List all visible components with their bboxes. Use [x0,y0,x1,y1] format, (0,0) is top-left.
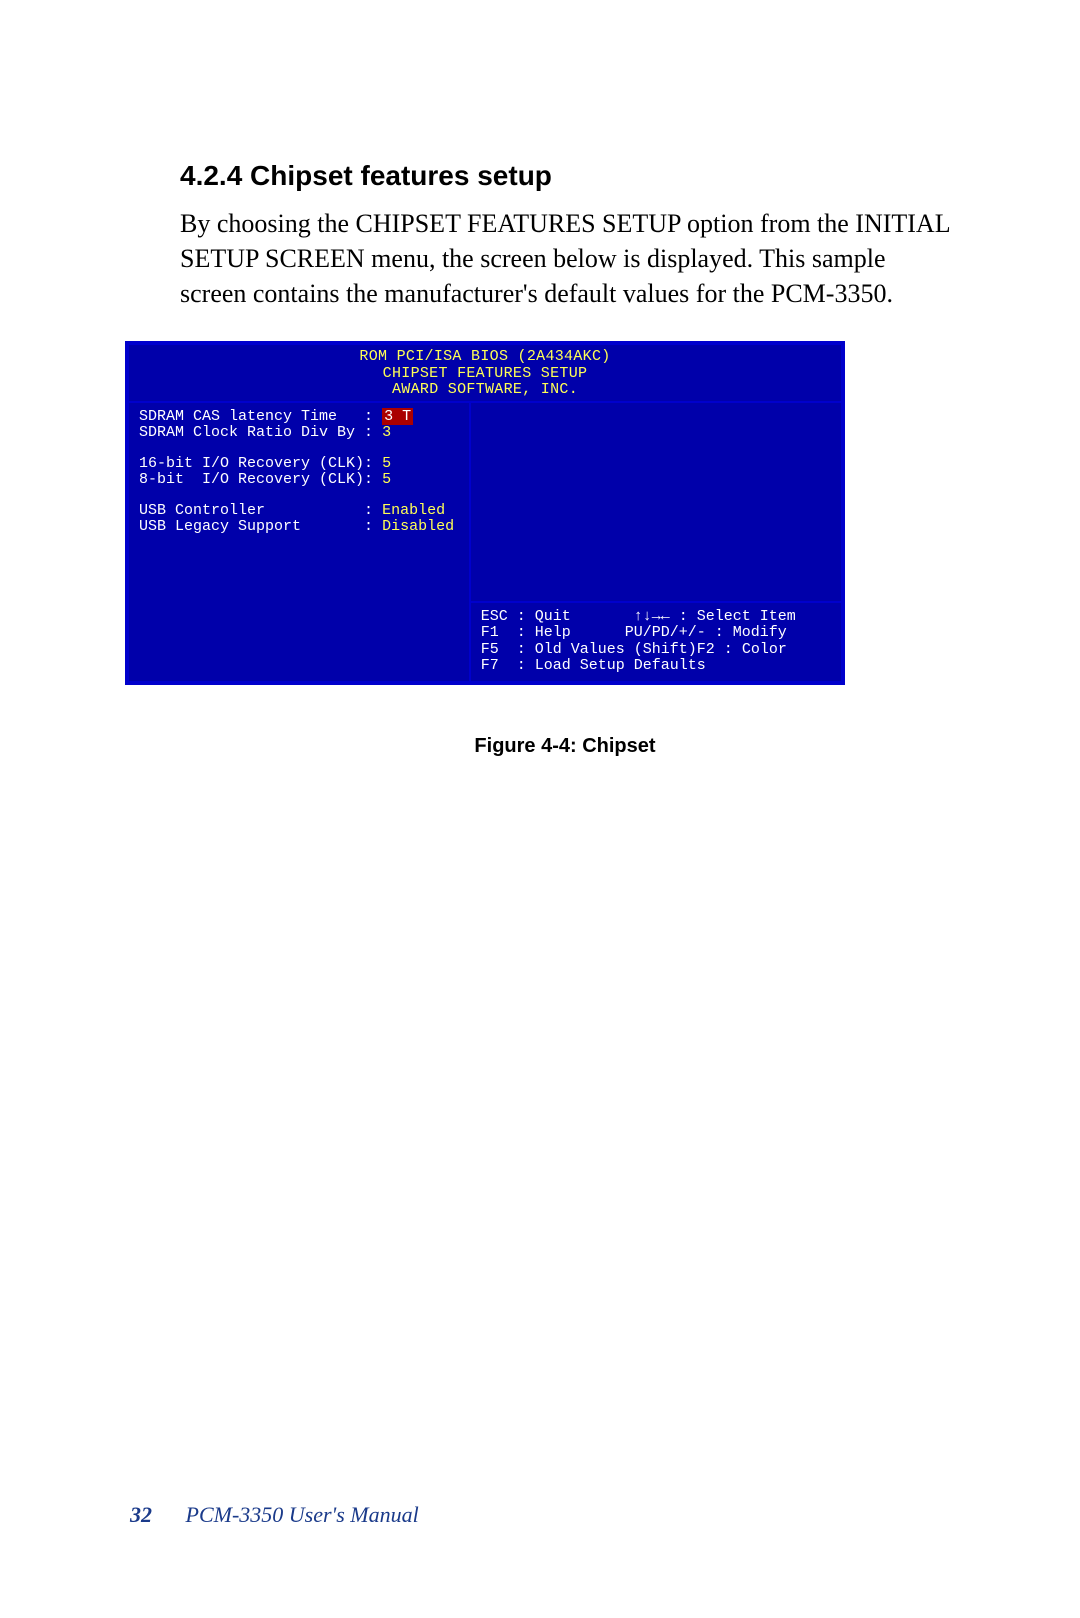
page-number: 32 [130,1502,152,1527]
option-separator: : [355,502,382,519]
option-separator: : [355,424,382,441]
option-separator: : [355,518,382,535]
help-line: F7 : Load Setup Defaults [481,658,831,675]
option-value[interactable]: 3 [382,424,391,441]
bios-screenshot: ROM PCI/ISA BIOS (2A434AKC) CHIPSET FEAT… [125,341,845,685]
section-heading: 4.2.4 Chipset features setup [180,160,950,192]
option-label: USB Legacy Support [139,518,355,535]
figure-caption: Figure 4-4: Chipset [180,735,950,758]
bios-option-row[interactable]: SDRAM Clock Ratio Div By : 3 [139,425,459,442]
option-separator: : [364,455,382,472]
bios-header: ROM PCI/ISA BIOS (2A434AKC) CHIPSET FEAT… [129,345,841,401]
option-label: USB Controller [139,502,355,519]
doc-title: PCM-3350 User's Manual [186,1502,419,1527]
option-value[interactable]: 5 [382,455,391,472]
bios-option-row[interactable]: SDRAM CAS latency Time : 3 T [139,409,459,426]
help-line: F5 : Old Values (Shift)F2 : Color [481,642,831,659]
option-label: 8-bit I/O Recovery (CLK) [139,471,364,488]
bios-header-line: AWARD SOFTWARE, INC. [129,382,841,399]
option-spacer [139,489,459,503]
option-value[interactable]: Disabled [382,518,454,535]
option-separator: : [364,471,382,488]
manual-page: 4.2.4 Chipset features setup By choosing… [0,0,1080,758]
bios-right-top [471,403,841,601]
option-label: 16-bit I/O Recovery (CLK) [139,455,364,472]
option-spacer [139,442,459,456]
bios-right-panel: ESC : Quit ↑↓→← : Select Item F1 : Help … [471,403,841,681]
bios-header-line: CHIPSET FEATURES SETUP [129,366,841,383]
option-separator: : [355,408,382,425]
page-footer: 32 PCM-3350 User's Manual [130,1502,419,1528]
bios-option-row[interactable]: USB Legacy Support : Disabled [139,519,459,536]
option-label: SDRAM CAS latency Time [139,408,355,425]
bios-header-line: ROM PCI/ISA BIOS (2A434AKC) [129,349,841,366]
bios-body: SDRAM CAS latency Time : 3 TSDRAM Clock … [129,401,841,681]
bios-option-row[interactable]: 16-bit I/O Recovery (CLK): 5 [139,456,459,473]
option-value[interactable]: 5 [382,471,391,488]
help-line: F1 : Help PU/PD/+/- : Modify [481,625,831,642]
option-label: SDRAM Clock Ratio Div By [139,424,355,441]
intro-paragraph: By choosing the CHIPSET FEATURES SETUP o… [180,206,950,311]
bios-help-box: ESC : Quit ↑↓→← : Select Item F1 : Help … [471,601,841,681]
bios-left-panel: SDRAM CAS latency Time : 3 TSDRAM Clock … [129,403,471,681]
option-value[interactable]: Enabled [382,502,445,519]
bios-option-row[interactable]: USB Controller : Enabled [139,503,459,520]
bios-option-row[interactable]: 8-bit I/O Recovery (CLK): 5 [139,472,459,489]
option-value[interactable]: 3 T [382,408,413,425]
help-line: ESC : Quit ↑↓→← : Select Item [481,609,831,626]
